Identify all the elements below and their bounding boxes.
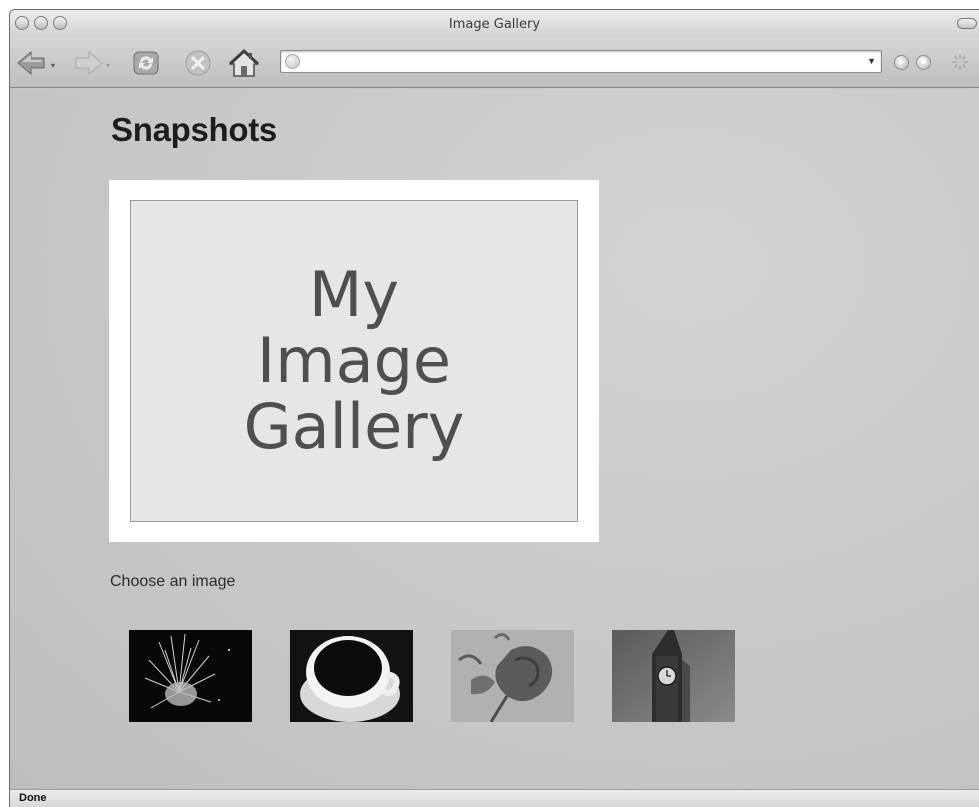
title-bar: Image Gallery — [10, 10, 979, 37]
placeholder-text: My Image Gallery — [131, 262, 577, 460]
page-title: Snapshots — [111, 111, 277, 148]
back-arrow-icon — [17, 50, 45, 76]
thumbnail-rose-link[interactable] — [451, 630, 574, 722]
placeholder-line: Image — [256, 324, 452, 397]
status-text: Done — [19, 792, 47, 804]
window-title: Image Gallery — [448, 17, 541, 32]
coffee-cup-image — [290, 630, 413, 722]
navigation-toolbar: ▾ ▾ ▼ — [10, 37, 979, 88]
reload-button[interactable] — [130, 48, 162, 78]
go-button[interactable] — [894, 55, 909, 70]
fireworks-image — [129, 630, 252, 722]
home-icon — [228, 48, 260, 77]
home-button[interactable] — [228, 48, 260, 78]
activity-spinner-icon — [952, 54, 968, 70]
placeholder-line: Gallery — [243, 390, 465, 463]
page-content: Snapshots My Image Gallery Choose an ima… — [10, 89, 979, 791]
status-bar: Done — [10, 789, 979, 807]
search-engine-icon — [920, 59, 927, 65]
go-icon — [899, 59, 904, 66]
back-button[interactable] — [16, 48, 48, 78]
search-button[interactable] — [916, 55, 931, 70]
stop-icon — [185, 50, 211, 76]
address-dropdown-arrow[interactable]: ▼ — [867, 56, 876, 66]
placeholder-line: My — [308, 258, 400, 331]
reload-icon — [133, 51, 159, 75]
placeholder-image: My Image Gallery — [130, 200, 578, 522]
main-image-frame: My Image Gallery — [109, 180, 599, 542]
choose-image-label: Choose an image — [110, 573, 236, 590]
toolbar-toggle-button[interactable] — [957, 18, 977, 29]
back-history-dropdown[interactable]: ▾ — [51, 61, 55, 70]
forward-button[interactable] — [72, 48, 104, 78]
browser-window: Image Gallery ▾ ▾ ▼ Snapshots My Image G… — [9, 9, 979, 807]
thumbnail-coffee-link[interactable] — [290, 630, 413, 722]
rose-image — [451, 630, 574, 722]
site-identity-icon — [285, 54, 300, 69]
big-ben-image — [612, 630, 735, 722]
thumbnail-fireworks-link[interactable] — [129, 630, 252, 722]
forward-arrow-icon — [75, 50, 103, 76]
stop-button[interactable] — [182, 48, 214, 78]
forward-history-dropdown[interactable]: ▾ — [106, 61, 110, 70]
address-bar[interactable]: ▼ — [280, 50, 882, 73]
thumbnail-big-ben-link[interactable] — [612, 630, 735, 722]
